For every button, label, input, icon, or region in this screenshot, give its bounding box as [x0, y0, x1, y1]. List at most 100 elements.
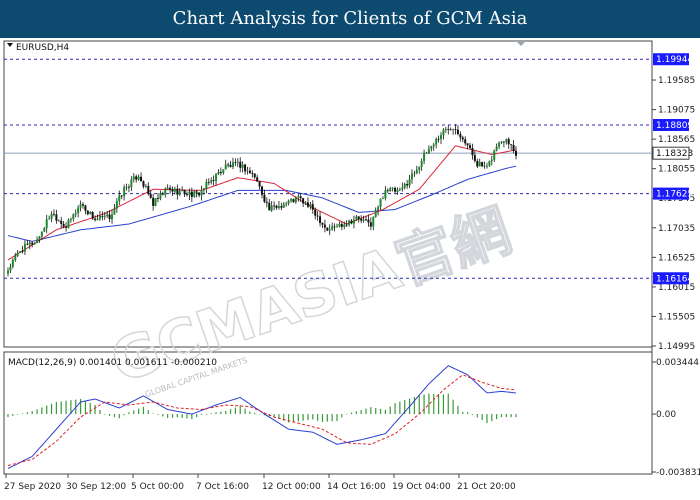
candle-up	[38, 236, 41, 240]
candle-up	[401, 187, 404, 190]
macd-histogram-bar	[60, 401, 62, 415]
macd-histogram-bar	[123, 414, 125, 416]
candle-up	[384, 190, 387, 199]
macd-histogram-bar	[433, 393, 435, 415]
candle-up	[50, 213, 53, 219]
candle-up	[427, 148, 430, 153]
candle-down	[454, 128, 457, 130]
macd-histogram-bar	[500, 414, 503, 418]
candle-up	[478, 162, 481, 167]
macd-histogram-bar	[186, 414, 188, 419]
macd-histogram-bar	[307, 414, 309, 421]
chart-banner-title: Chart Analysis for Clients of GCM Asia	[0, 0, 700, 38]
macd-histogram-bar	[200, 414, 203, 415]
candle-down	[273, 205, 276, 207]
candle-down	[369, 222, 372, 227]
candle-up	[69, 218, 72, 220]
macd-histogram-bar	[142, 406, 145, 415]
candle-down	[280, 206, 283, 208]
macd-histogram-bar	[254, 412, 256, 415]
macd-histogram-bar	[55, 401, 57, 415]
time-tick-label: 30 Sep 12:00	[66, 482, 126, 492]
candle-up	[14, 255, 17, 260]
price-tick-label: 1.16015	[658, 283, 695, 293]
time-tick-label: 7 Oct 16:00	[196, 482, 249, 492]
candle-down	[161, 193, 164, 195]
candle-down	[515, 150, 517, 156]
candle-down	[120, 195, 123, 197]
candle-up	[328, 229, 331, 231]
macd-histogram-bar	[317, 414, 319, 421]
macd-histogram-bar	[94, 405, 96, 415]
candle-down	[345, 224, 348, 226]
time-tick-label: 5 Oct 00:00	[131, 482, 184, 492]
candle-down	[140, 176, 143, 182]
candle-up	[181, 189, 184, 192]
candle-up	[270, 205, 273, 211]
candle-up	[415, 169, 418, 174]
macd-histogram-bar	[84, 400, 87, 415]
candle-down	[471, 148, 474, 156]
candle-up	[224, 164, 227, 170]
candle-down	[261, 186, 263, 195]
macd-histogram-bar	[205, 414, 207, 415]
candle-up	[444, 128, 447, 130]
macd-histogram-bar	[109, 414, 111, 416]
candle-down	[251, 173, 254, 174]
candle-up	[33, 243, 36, 245]
candle-up	[379, 198, 382, 207]
price-tick-label: 1.18055	[658, 165, 695, 175]
symbol-title: EURUSD,H4	[16, 43, 69, 53]
candle-down	[437, 138, 440, 140]
candle-up	[297, 196, 300, 198]
candle-down	[394, 187, 397, 192]
candle-up	[200, 189, 203, 196]
candle-up	[396, 189, 399, 192]
macd-histogram-bar	[437, 394, 440, 415]
macd-histogram-bar	[341, 414, 343, 418]
macd-histogram-bar	[326, 414, 328, 422]
macd-histogram-bar	[346, 413, 348, 415]
candle-down	[357, 216, 360, 219]
time-tick-label: 14 Oct 16:00	[327, 482, 386, 492]
macd-histogram-bar	[496, 414, 498, 420]
candle-up	[74, 213, 77, 215]
macd-histogram-bar	[79, 398, 82, 415]
candle-down	[321, 223, 324, 225]
macd-histogram-bar	[239, 405, 241, 415]
candle-up	[9, 266, 12, 271]
candle-down	[31, 242, 34, 245]
candle-down	[367, 219, 370, 223]
macd-histogram-bar	[229, 409, 232, 415]
candle-up	[304, 202, 307, 204]
candle-up	[137, 176, 140, 180]
candle-down	[55, 214, 58, 221]
candle-down	[311, 204, 314, 210]
macd-histogram-bar	[336, 414, 338, 422]
macd-histogram-bar	[375, 408, 377, 415]
candle-down	[466, 143, 469, 146]
candle-up	[331, 226, 334, 230]
candle-up	[115, 201, 118, 209]
candle-down	[186, 194, 189, 196]
macd-histogram-bar	[515, 414, 517, 418]
candle-up	[48, 218, 51, 220]
candle-up	[7, 270, 9, 274]
candle-down	[406, 183, 409, 186]
candle-down	[244, 164, 247, 172]
candle-down	[156, 198, 159, 199]
candle-down	[263, 194, 266, 202]
price-tag-label: 1.17625	[656, 190, 693, 200]
macd-histogram-bar	[176, 414, 178, 418]
macd-histogram-bar	[12, 414, 14, 416]
macd-histogram-bar	[113, 414, 116, 418]
macd-histogram-bar	[41, 407, 43, 415]
candle-down	[340, 223, 343, 227]
candle-up	[362, 219, 365, 221]
candle-up	[420, 160, 423, 167]
candle-up	[16, 253, 19, 256]
macd-histogram-bar	[399, 401, 401, 415]
candle-up	[89, 211, 92, 215]
macd-histogram-bar	[152, 413, 154, 415]
price-tick-label: 1.17035	[658, 224, 695, 234]
